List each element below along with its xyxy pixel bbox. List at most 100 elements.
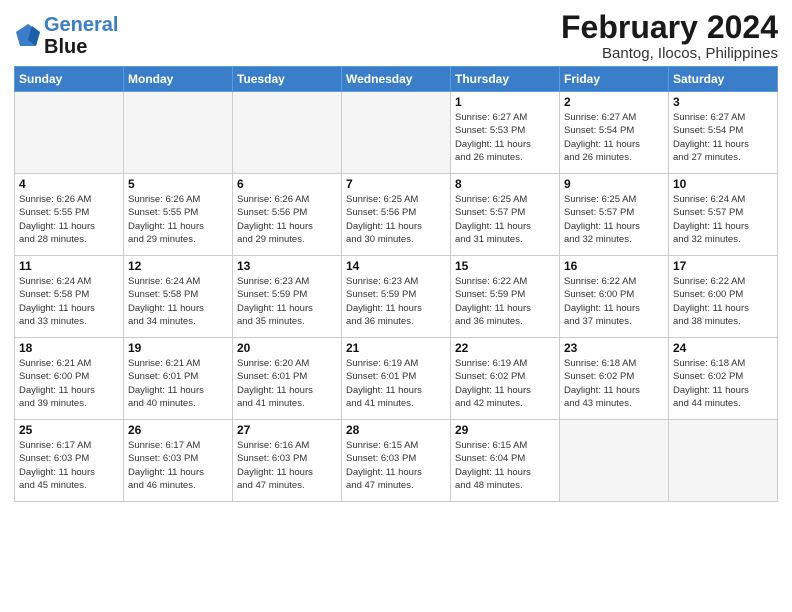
day-info: Sunrise: 6:24 AM Sunset: 5:58 PM Dayligh…: [19, 275, 119, 328]
day-number: 4: [19, 177, 119, 191]
calendar-cell: 18 Sunrise: 6:21 AM Sunset: 6:00 PM Dayli…: [15, 338, 124, 420]
calendar-cell: 24 Sunrise: 6:18 AM Sunset: 6:02 PM Dayli…: [669, 338, 778, 420]
day-info: Sunrise: 6:22 AM Sunset: 6:00 PM Dayligh…: [673, 275, 773, 328]
day-number: 6: [237, 177, 337, 191]
day-number: 21: [346, 341, 446, 355]
day-number: 10: [673, 177, 773, 191]
calendar-cell: 7 Sunrise: 6:25 AM Sunset: 5:56 PM Daylig…: [342, 174, 451, 256]
calendar-cell: 16 Sunrise: 6:22 AM Sunset: 6:00 PM Dayli…: [560, 256, 669, 338]
day-info: Sunrise: 6:27 AM Sunset: 5:54 PM Dayligh…: [564, 111, 664, 164]
calendar-cell: 21 Sunrise: 6:19 AM Sunset: 6:01 PM Dayli…: [342, 338, 451, 420]
day-number: 23: [564, 341, 664, 355]
day-info: Sunrise: 6:18 AM Sunset: 6:02 PM Dayligh…: [564, 357, 664, 410]
calendar-cell: 14 Sunrise: 6:23 AM Sunset: 5:59 PM Dayli…: [342, 256, 451, 338]
calendar-cell: 19 Sunrise: 6:21 AM Sunset: 6:01 PM Dayli…: [124, 338, 233, 420]
calendar-cell: 11 Sunrise: 6:24 AM Sunset: 5:58 PM Dayli…: [15, 256, 124, 338]
calendar-cell: 10 Sunrise: 6:24 AM Sunset: 5:57 PM Dayli…: [669, 174, 778, 256]
day-info: Sunrise: 6:27 AM Sunset: 5:54 PM Dayligh…: [673, 111, 773, 164]
day-info: Sunrise: 6:16 AM Sunset: 6:03 PM Dayligh…: [237, 439, 337, 492]
day-number: 11: [19, 259, 119, 273]
day-number: 22: [455, 341, 555, 355]
day-number: 14: [346, 259, 446, 273]
calendar-cell: 6 Sunrise: 6:26 AM Sunset: 5:56 PM Daylig…: [233, 174, 342, 256]
day-info: Sunrise: 6:24 AM Sunset: 5:57 PM Dayligh…: [673, 193, 773, 246]
calendar-cell: 25 Sunrise: 6:17 AM Sunset: 6:03 PM Dayli…: [15, 420, 124, 502]
day-number: 13: [237, 259, 337, 273]
day-info: Sunrise: 6:15 AM Sunset: 6:03 PM Dayligh…: [346, 439, 446, 492]
calendar-cell: 23 Sunrise: 6:18 AM Sunset: 6:02 PM Dayli…: [560, 338, 669, 420]
calendar-cell: 26 Sunrise: 6:17 AM Sunset: 6:03 PM Dayli…: [124, 420, 233, 502]
calendar-cell: 2 Sunrise: 6:27 AM Sunset: 5:54 PM Daylig…: [560, 92, 669, 174]
calendar-cell: [124, 92, 233, 174]
day-number: 3: [673, 95, 773, 109]
calendar-cell: [669, 420, 778, 502]
calendar-cell: [560, 420, 669, 502]
day-number: 26: [128, 423, 228, 437]
day-info: Sunrise: 6:15 AM Sunset: 6:04 PM Dayligh…: [455, 439, 555, 492]
calendar-cell: [15, 92, 124, 174]
day-info: Sunrise: 6:21 AM Sunset: 6:00 PM Dayligh…: [19, 357, 119, 410]
weekday-header-monday: Monday: [124, 67, 233, 92]
calendar-cell: 8 Sunrise: 6:25 AM Sunset: 5:57 PM Daylig…: [451, 174, 560, 256]
day-number: 28: [346, 423, 446, 437]
day-number: 2: [564, 95, 664, 109]
day-info: Sunrise: 6:21 AM Sunset: 6:01 PM Dayligh…: [128, 357, 228, 410]
weekday-header-tuesday: Tuesday: [233, 67, 342, 92]
day-number: 15: [455, 259, 555, 273]
day-number: 18: [19, 341, 119, 355]
day-number: 7: [346, 177, 446, 191]
day-number: 9: [564, 177, 664, 191]
day-info: Sunrise: 6:18 AM Sunset: 6:02 PM Dayligh…: [673, 357, 773, 410]
calendar-cell: 29 Sunrise: 6:15 AM Sunset: 6:04 PM Dayli…: [451, 420, 560, 502]
calendar-cell: 1 Sunrise: 6:27 AM Sunset: 5:53 PM Daylig…: [451, 92, 560, 174]
calendar-cell: 3 Sunrise: 6:27 AM Sunset: 5:54 PM Daylig…: [669, 92, 778, 174]
calendar-cell: 12Sunrise: 6:24 AM Sunset: 5:58 PM Dayli…: [124, 256, 233, 338]
day-number: 19: [128, 341, 228, 355]
page-container: General Blue February 2024 Bantog, Iloco…: [0, 0, 792, 508]
day-number: 8: [455, 177, 555, 191]
day-number: 24: [673, 341, 773, 355]
logo: General Blue: [14, 14, 118, 58]
day-number: 25: [19, 423, 119, 437]
calendar-cell: 13 Sunrise: 6:23 AM Sunset: 5:59 PM Dayli…: [233, 256, 342, 338]
day-info: Sunrise: 6:22 AM Sunset: 5:59 PM Dayligh…: [455, 275, 555, 328]
day-info: Sunrise: 6:27 AM Sunset: 5:53 PM Dayligh…: [455, 111, 555, 164]
calendar-cell: 27 Sunrise: 6:16 AM Sunset: 6:03 PM Dayli…: [233, 420, 342, 502]
day-number: 29: [455, 423, 555, 437]
calendar-cell: 17 Sunrise: 6:22 AM Sunset: 6:00 PM Dayli…: [669, 256, 778, 338]
day-number: 17: [673, 259, 773, 273]
day-info: Sunrise: 6:26 AM Sunset: 5:55 PM Dayligh…: [128, 193, 228, 246]
weekday-header-saturday: Saturday: [669, 67, 778, 92]
day-number: 27: [237, 423, 337, 437]
day-info: Sunrise: 6:23 AM Sunset: 5:59 PM Dayligh…: [237, 275, 337, 328]
calendar-cell: 9 Sunrise: 6:25 AM Sunset: 5:57 PM Daylig…: [560, 174, 669, 256]
day-info: Sunrise: 6:19 AM Sunset: 6:01 PM Dayligh…: [346, 357, 446, 410]
day-number: 1: [455, 95, 555, 109]
day-number: 16: [564, 259, 664, 273]
day-info: Sunrise: 6:26 AM Sunset: 5:55 PM Dayligh…: [19, 193, 119, 246]
title-block: February 2024 Bantog, Ilocos, Philippine…: [561, 10, 778, 62]
day-info: Sunrise: 6:25 AM Sunset: 5:57 PM Dayligh…: [564, 193, 664, 246]
day-number: 20: [237, 341, 337, 355]
day-info: Sunrise: 6:26 AM Sunset: 5:56 PM Dayligh…: [237, 193, 337, 246]
calendar-cell: [342, 92, 451, 174]
location-title: Bantog, Ilocos, Philippines: [561, 45, 778, 62]
calendar-cell: 28 Sunrise: 6:15 AM Sunset: 6:03 PM Dayli…: [342, 420, 451, 502]
day-info: Sunrise: 6:25 AM Sunset: 5:56 PM Dayligh…: [346, 193, 446, 246]
weekday-header-sunday: Sunday: [15, 67, 124, 92]
calendar-cell: 20Sunrise: 6:20 AM Sunset: 6:01 PM Dayli…: [233, 338, 342, 420]
calendar-cell: [233, 92, 342, 174]
weekday-header-wednesday: Wednesday: [342, 67, 451, 92]
calendar-table: SundayMondayTuesdayWednesdayThursdayFrid…: [14, 66, 778, 502]
calendar-cell: 5Sunrise: 6:26 AM Sunset: 5:55 PM Daylig…: [124, 174, 233, 256]
day-info: Sunrise: 6:17 AM Sunset: 6:03 PM Dayligh…: [19, 439, 119, 492]
weekday-header-thursday: Thursday: [451, 67, 560, 92]
day-number: 12: [128, 259, 228, 273]
day-info: Sunrise: 6:23 AM Sunset: 5:59 PM Dayligh…: [346, 275, 446, 328]
day-info: Sunrise: 6:22 AM Sunset: 6:00 PM Dayligh…: [564, 275, 664, 328]
calendar-cell: 4 Sunrise: 6:26 AM Sunset: 5:55 PM Daylig…: [15, 174, 124, 256]
day-info: Sunrise: 6:19 AM Sunset: 6:02 PM Dayligh…: [455, 357, 555, 410]
day-info: Sunrise: 6:17 AM Sunset: 6:03 PM Dayligh…: [128, 439, 228, 492]
day-info: Sunrise: 6:25 AM Sunset: 5:57 PM Dayligh…: [455, 193, 555, 246]
header: General Blue February 2024 Bantog, Iloco…: [14, 10, 778, 62]
